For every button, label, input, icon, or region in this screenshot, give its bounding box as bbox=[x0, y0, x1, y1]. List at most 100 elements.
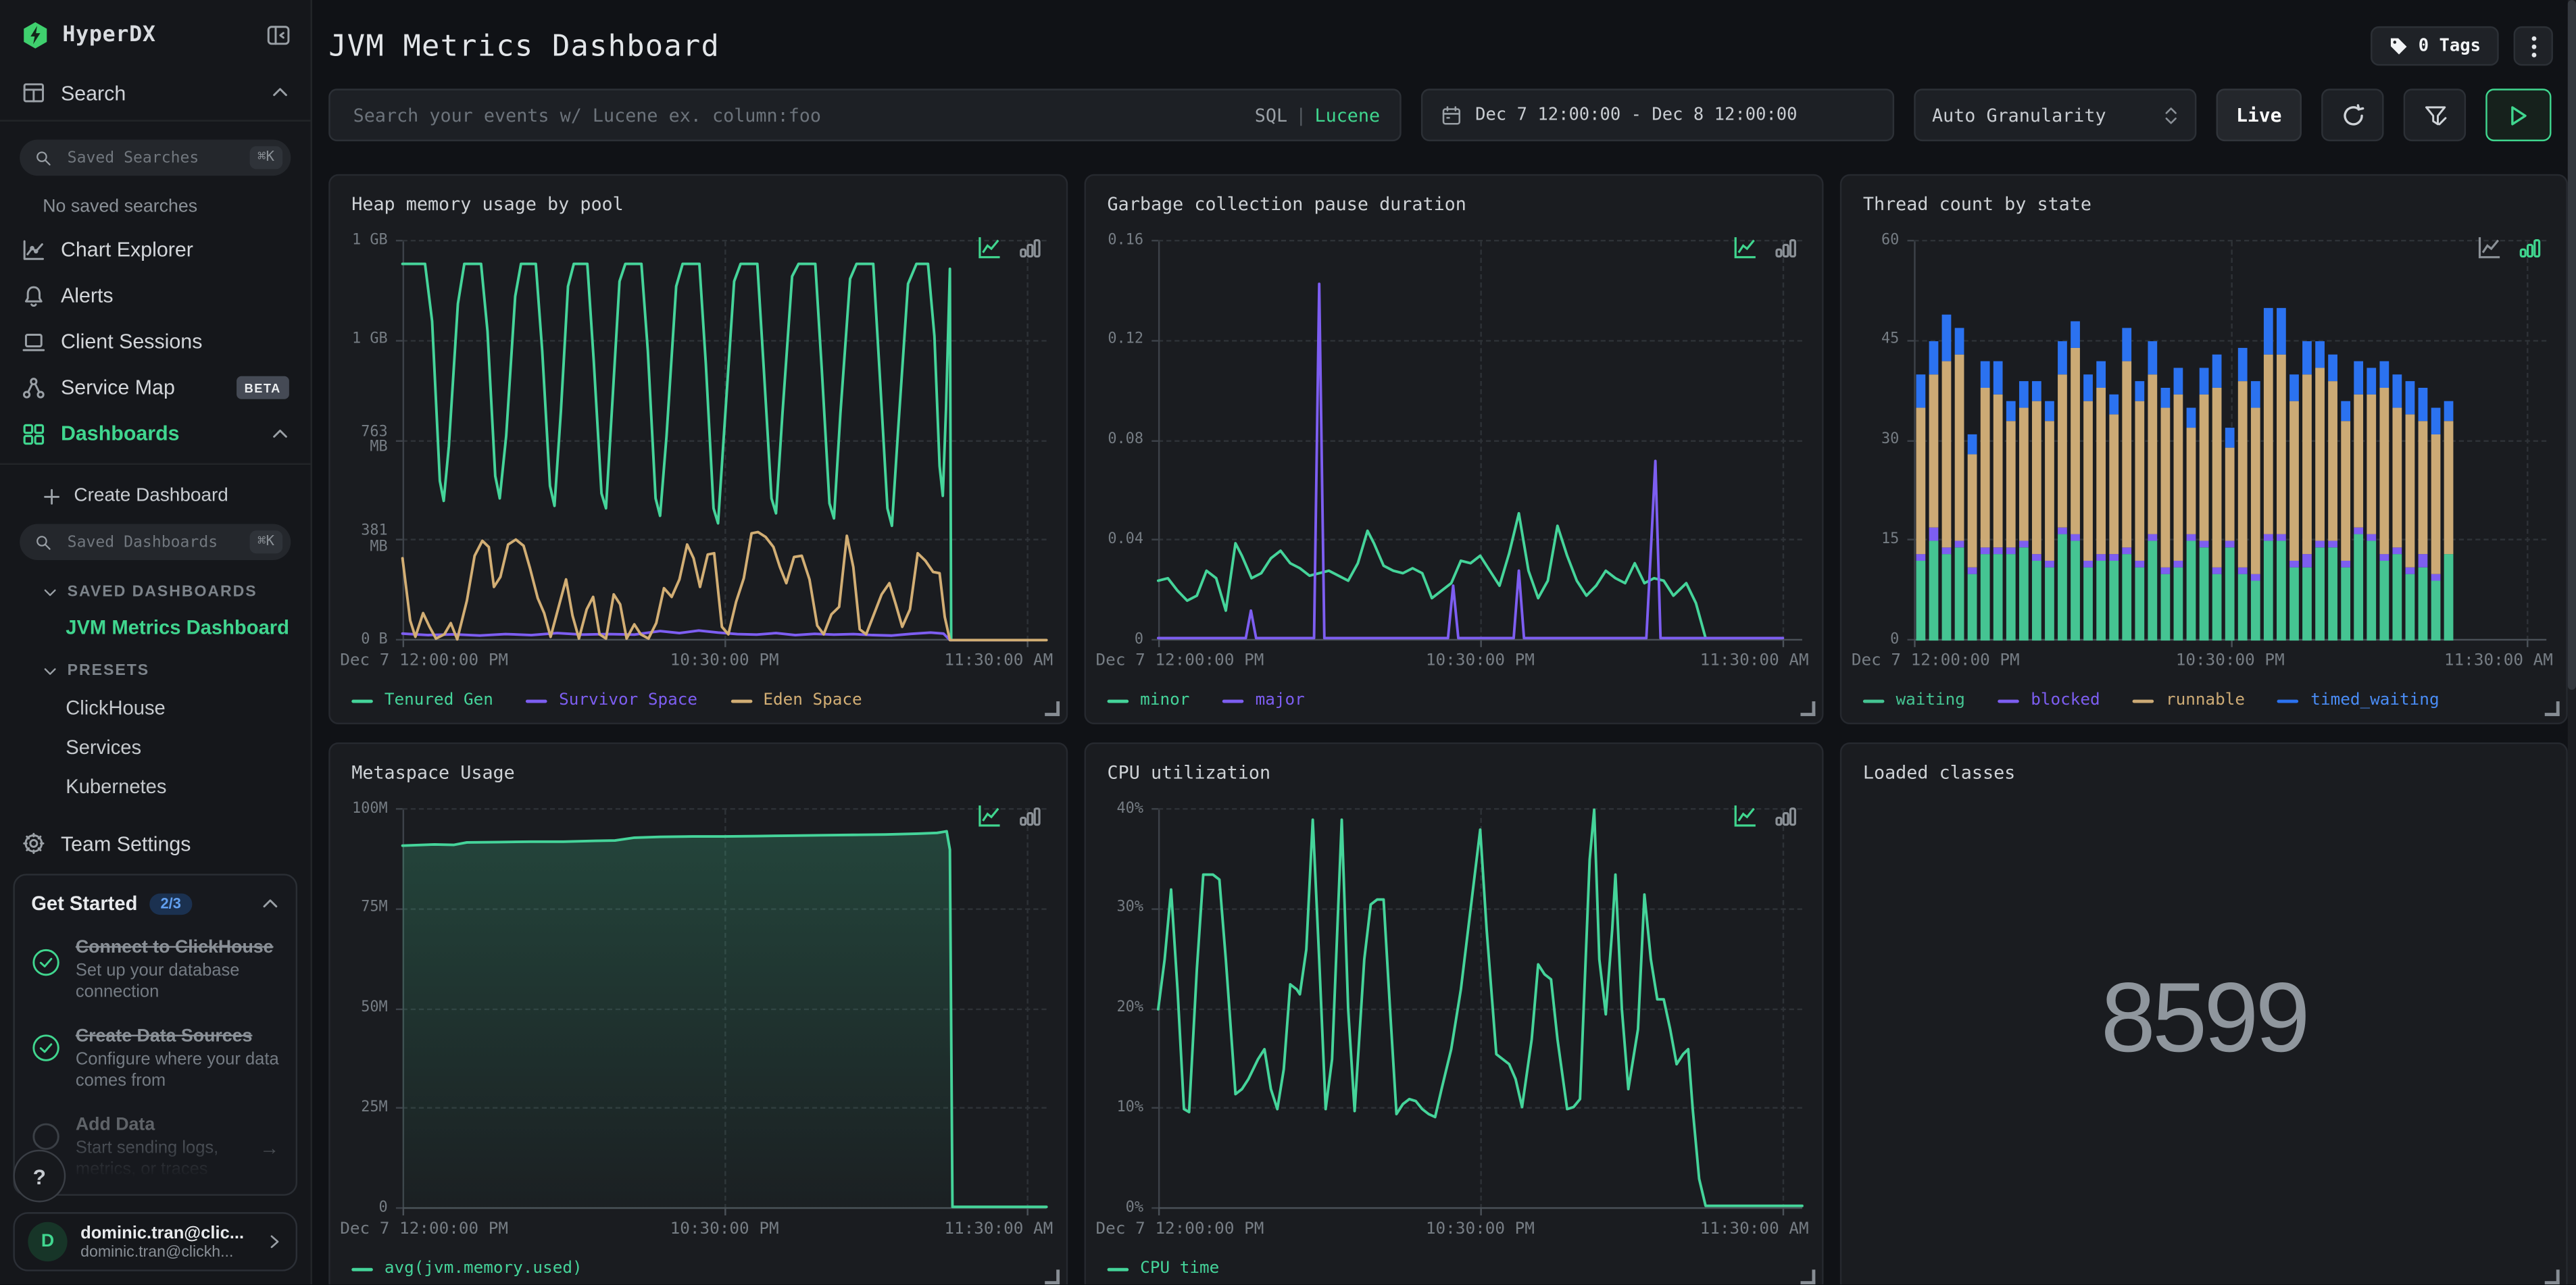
y-tick-label: 60 bbox=[1881, 232, 1900, 249]
x-tick-label: 10:30:00 PM bbox=[670, 1220, 779, 1239]
legend-item[interactable]: minor bbox=[1107, 691, 1189, 709]
dashboard-menu-button[interactable] bbox=[2513, 26, 2553, 66]
section-saved-dashboards[interactable]: SAVED DASHBOARDS bbox=[43, 583, 310, 601]
logo-row: HyperDX bbox=[0, 0, 310, 66]
legend-item[interactable]: Eden Space bbox=[730, 691, 862, 709]
resize-handle[interactable] bbox=[2544, 1269, 2560, 1285]
get-started-step[interactable]: Create Data Sources Configure where your… bbox=[31, 1026, 279, 1092]
line-chart-icon[interactable] bbox=[978, 803, 1002, 828]
granularity-value: Auto Granularity bbox=[1931, 104, 2106, 126]
plot-area[interactable] bbox=[1151, 239, 1802, 647]
line-chart-icon[interactable] bbox=[1733, 803, 1758, 828]
date-range-picker[interactable]: Dec 7 12:00:00 - Dec 8 12:00:00 bbox=[1420, 89, 1895, 142]
saved-dashboards-input[interactable] bbox=[64, 531, 238, 553]
legend-item[interactable]: timed_waiting bbox=[2277, 691, 2439, 709]
y-tick-label: 0% bbox=[1125, 1199, 1144, 1216]
sidebar-item-jvm-metrics-dashboard[interactable]: JVM Metrics Dashboard bbox=[66, 616, 310, 639]
scrollbar-thumb[interactable] bbox=[2567, 0, 2576, 690]
lucene-toggle[interactable]: Lucene bbox=[1314, 104, 1380, 126]
event-search-input[interactable] bbox=[349, 102, 1255, 128]
bar-segment-waiting bbox=[2431, 580, 2441, 641]
bar-segment-blocked bbox=[2289, 560, 2299, 568]
chart-legend: Tenured Gen Survivor Space Eden Space bbox=[351, 691, 862, 709]
search-section-icon bbox=[23, 83, 44, 103]
bar-segment-timed_waiting bbox=[2405, 381, 2415, 415]
tags-button[interactable]: 0 Tags bbox=[2371, 26, 2499, 66]
bar-segment-waiting bbox=[2173, 567, 2183, 641]
plot-area[interactable] bbox=[1151, 810, 1802, 1216]
legend-item[interactable]: blocked bbox=[1998, 691, 2100, 709]
bar-segment-blocked bbox=[2058, 527, 2067, 534]
bar-segment-runnable bbox=[2160, 407, 2171, 568]
line-chart-icon[interactable] bbox=[978, 235, 1002, 259]
sidebar-item-dashboards[interactable]: Dashboards bbox=[0, 411, 310, 457]
resize-handle[interactable] bbox=[1800, 1269, 1816, 1285]
saved-searches-input[interactable] bbox=[64, 147, 238, 169]
saved-dashboards-search[interactable]: ⌘K bbox=[20, 524, 291, 561]
resize-handle[interactable] bbox=[1045, 701, 1060, 716]
scrollbar[interactable] bbox=[2567, 0, 2576, 1285]
sql-toggle[interactable]: SQL bbox=[1255, 104, 1287, 126]
bar-chart-icon[interactable] bbox=[2519, 235, 2543, 259]
get-started-step[interactable]: Add Data Start sending logs, metrics, or… bbox=[31, 1115, 279, 1181]
y-axis: 0 25M 50M 75M 100M bbox=[330, 801, 396, 1215]
step-desc: Start sending logs, metrics, or traces bbox=[75, 1138, 219, 1180]
legend-item[interactable]: Tenured Gen bbox=[351, 691, 493, 709]
bar-segment-runnable bbox=[2379, 388, 2389, 555]
x-axis: Dec 7 12:00:00 PM 10:30:00 PM 11:30:00 AM bbox=[340, 652, 1053, 674]
create-dashboard-button[interactable]: Create Dashboard bbox=[43, 486, 310, 506]
sidebar-item-clickhouse[interactable]: ClickHouse bbox=[66, 697, 310, 720]
sidebar-item-team-settings[interactable]: Team Settings bbox=[22, 831, 311, 855]
y-tick-label: 0.08 bbox=[1108, 431, 1144, 449]
get-started-step[interactable]: Connect to ClickHouse Set up your databa… bbox=[31, 938, 279, 1003]
legend-item[interactable]: avg(jvm.memory.used) bbox=[351, 1260, 583, 1278]
sidebar-item-search[interactable]: Search bbox=[0, 66, 311, 122]
filter-button[interactable] bbox=[2403, 89, 2467, 142]
section-presets[interactable]: PRESETS bbox=[43, 662, 310, 680]
sidebar-item-kubernetes[interactable]: Kubernetes bbox=[66, 775, 310, 798]
chart-legend: avg(jvm.memory.used) bbox=[351, 1260, 583, 1278]
live-button[interactable]: Live bbox=[2216, 89, 2302, 142]
help-button[interactable]: ? bbox=[13, 1149, 66, 1203]
resize-handle[interactable] bbox=[1800, 701, 1816, 716]
bar-segment-waiting bbox=[1967, 574, 1977, 641]
collapse-sidebar-icon[interactable] bbox=[266, 23, 291, 47]
legend-item[interactable]: Survivor Space bbox=[526, 691, 697, 709]
series-minor bbox=[1158, 513, 1706, 638]
resize-handle[interactable] bbox=[1045, 1269, 1060, 1285]
legend-item[interactable]: runnable bbox=[2133, 691, 2245, 709]
bar-chart-icon[interactable] bbox=[1018, 803, 1043, 828]
chevron-up-icon[interactable] bbox=[262, 895, 280, 913]
chart-panel-cpu: CPU utilization 0% 10% 20% 30% 40% Dec 7 12:… bbox=[1084, 742, 1824, 1285]
bar-chart-icon[interactable] bbox=[1018, 235, 1043, 259]
sidebar-item-alerts[interactable]: Alerts bbox=[0, 273, 310, 319]
refresh-button[interactable] bbox=[2321, 89, 2384, 142]
line-chart-icon[interactable] bbox=[1733, 235, 1758, 259]
event-search-box[interactable]: SQL | Lucene bbox=[328, 89, 1402, 142]
legend-item[interactable]: waiting bbox=[1862, 691, 1965, 709]
bar-chart-icon[interactable] bbox=[1775, 803, 1799, 828]
run-query-button[interactable] bbox=[2485, 89, 2552, 142]
legend-item[interactable]: major bbox=[1222, 691, 1305, 709]
plot-area[interactable] bbox=[395, 239, 1047, 647]
query-language-toggle[interactable]: SQL | Lucene bbox=[1255, 104, 1380, 126]
legend-item[interactable]: CPU time bbox=[1107, 1260, 1219, 1278]
user-menu[interactable]: D dominic.tran@clic... dominic.tran@clic… bbox=[13, 1212, 298, 1271]
bar-segment-waiting bbox=[2289, 567, 2299, 641]
bar-chart-icon[interactable] bbox=[1775, 235, 1799, 259]
granularity-select[interactable]: Auto Granularity bbox=[1914, 89, 2197, 142]
sidebar-item-service-map[interactable]: Service Map BETA bbox=[0, 365, 310, 411]
line-chart-icon[interactable] bbox=[2477, 235, 2502, 259]
plot-area[interactable] bbox=[395, 808, 1047, 1216]
plot-area[interactable] bbox=[1907, 239, 2547, 647]
sidebar-item-chart-explorer[interactable]: Chart Explorer bbox=[0, 226, 310, 272]
sidebar-item-client-sessions[interactable]: Client Sessions bbox=[0, 319, 310, 365]
bar-segment-waiting bbox=[1954, 547, 1964, 641]
sidebar-item-services[interactable]: Services bbox=[66, 736, 310, 759]
bar-segment-timed_waiting bbox=[2018, 381, 2029, 408]
bar-segment-blocked bbox=[2045, 560, 2054, 568]
resize-handle[interactable] bbox=[2544, 701, 2560, 716]
bar-segment-runnable bbox=[2018, 407, 2029, 541]
bar-segment-waiting bbox=[2367, 540, 2377, 641]
saved-searches-search[interactable]: ⌘K bbox=[20, 139, 291, 176]
